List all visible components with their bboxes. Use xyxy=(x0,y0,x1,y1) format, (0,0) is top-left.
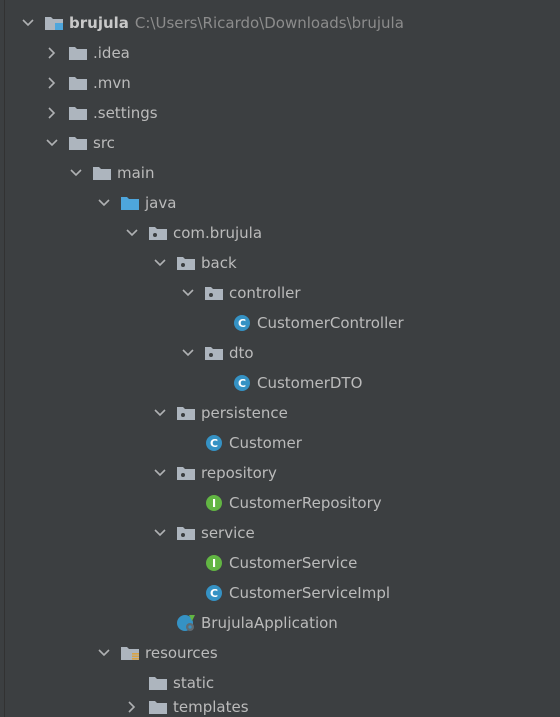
tree-row-customer-service-impl[interactable]: C CustomerServiceImpl xyxy=(5,578,560,608)
chevron-down-icon[interactable] xyxy=(151,464,169,482)
package-icon xyxy=(175,464,197,482)
module-folder-icon xyxy=(43,14,65,32)
tree-label-resources: resources xyxy=(145,644,218,662)
tree-label-service: service xyxy=(201,524,255,542)
chevron-right-icon[interactable] xyxy=(43,74,61,92)
tree-row-repository[interactable]: repository xyxy=(5,458,560,488)
tree-label-customer-dto: CustomerDTO xyxy=(257,374,363,392)
java-class-icon: C xyxy=(231,314,253,332)
tree-label-templates: templates xyxy=(173,698,249,716)
tree-label-mvn: .mvn xyxy=(93,74,131,92)
tree-label-repository: repository xyxy=(201,464,277,482)
tree-label-customer-service-impl: CustomerServiceImpl xyxy=(229,584,391,602)
tree-label-src: src xyxy=(93,134,115,152)
tree-label-dto: dto xyxy=(229,344,254,362)
tree-label-back: back xyxy=(201,254,237,272)
folder-icon xyxy=(67,74,89,92)
package-icon xyxy=(175,404,197,422)
tree-row-back[interactable]: back xyxy=(5,248,560,278)
package-icon xyxy=(147,224,169,242)
tree-row-service[interactable]: service xyxy=(5,518,560,548)
tree-label-static: static xyxy=(173,674,215,692)
tree-label-idea: .idea xyxy=(93,44,130,62)
tree-label-main: main xyxy=(117,164,155,182)
tree-label-customer-controller: CustomerController xyxy=(257,314,404,332)
tree-row-settings[interactable]: .settings xyxy=(5,98,560,128)
tree-row-controller[interactable]: controller xyxy=(5,278,560,308)
class-badge-letter: C xyxy=(210,587,218,600)
chevron-down-icon[interactable] xyxy=(19,14,37,32)
resources-folder-icon xyxy=(119,644,141,662)
tree-label-customer-service: CustomerService xyxy=(229,554,358,572)
tree-row-persistence[interactable]: persistence xyxy=(5,398,560,428)
class-badge-letter: C xyxy=(210,437,218,450)
tree-label-customer-repository: CustomerRepository xyxy=(229,494,382,512)
source-folder-icon xyxy=(119,194,141,212)
java-class-icon: C xyxy=(203,584,225,602)
chevron-down-icon[interactable] xyxy=(43,134,61,152)
tree-row-main[interactable]: main xyxy=(5,158,560,188)
tree-row-mvn[interactable]: .mvn xyxy=(5,68,560,98)
class-badge-letter: C xyxy=(238,317,246,330)
tree-row-dto[interactable]: dto xyxy=(5,338,560,368)
folder-icon xyxy=(147,698,169,716)
tree-row-customer[interactable]: C Customer xyxy=(5,428,560,458)
tree-row-customer-service[interactable]: I CustomerService xyxy=(5,548,560,578)
class-badge-letter: C xyxy=(238,377,246,390)
tree-row-customer-repository[interactable]: I CustomerRepository xyxy=(5,488,560,518)
chevron-right-icon[interactable] xyxy=(43,44,61,62)
tree-row-brujula[interactable]: brujula C:\Users\Ricardo\Downloads\bruju… xyxy=(5,8,560,38)
chevron-down-icon[interactable] xyxy=(151,524,169,542)
chevron-right-icon[interactable] xyxy=(123,698,141,716)
tree-label-brujula: brujula xyxy=(69,14,129,32)
tree-label-java: java xyxy=(145,194,177,212)
chevron-down-icon[interactable] xyxy=(67,164,85,182)
chevron-down-icon[interactable] xyxy=(151,254,169,272)
package-icon xyxy=(175,524,197,542)
tree-row-src[interactable]: src xyxy=(5,128,560,158)
project-tree: brujula C:\Users\Ricardo\Downloads\bruju… xyxy=(4,0,557,717)
interface-badge-letter: I xyxy=(212,557,216,570)
folder-icon xyxy=(91,164,113,182)
tree-row-customer-dto[interactable]: C CustomerDTO xyxy=(5,368,560,398)
tree-row-templates[interactable]: templates xyxy=(5,692,560,717)
interface-badge-letter: I xyxy=(212,497,216,510)
chevron-down-icon[interactable] xyxy=(123,224,141,242)
tree-label-settings: .settings xyxy=(93,104,158,122)
chevron-down-icon[interactable] xyxy=(95,644,113,662)
tree-label-persistence: persistence xyxy=(201,404,288,422)
tree-label-com-brujula: com.brujula xyxy=(173,224,263,242)
chevron-down-icon[interactable] xyxy=(179,284,197,302)
tree-row-com-brujula[interactable]: com.brujula xyxy=(5,218,560,248)
tree-label-customer: Customer xyxy=(229,434,302,452)
folder-icon xyxy=(147,674,169,692)
tree-row-java[interactable]: java xyxy=(5,188,560,218)
chevron-right-icon[interactable] xyxy=(43,104,61,122)
chevron-down-icon[interactable] xyxy=(179,344,197,362)
folder-icon xyxy=(67,134,89,152)
package-icon xyxy=(203,284,225,302)
spring-boot-application-icon xyxy=(175,614,197,632)
package-icon xyxy=(175,254,197,272)
package-icon xyxy=(203,344,225,362)
tree-row-idea[interactable]: .idea xyxy=(5,38,560,68)
tree-row-customer-controller[interactable]: C CustomerController xyxy=(5,308,560,338)
chevron-down-icon[interactable] xyxy=(151,404,169,422)
java-class-icon: C xyxy=(203,434,225,452)
tree-label-controller: controller xyxy=(229,284,301,302)
folder-icon xyxy=(67,44,89,62)
tree-row-resources[interactable]: resources xyxy=(5,638,560,668)
tree-row-brujula-application[interactable]: BrujulaApplication xyxy=(5,608,560,638)
project-path: C:\Users\Ricardo\Downloads\brujula xyxy=(134,14,404,32)
project-tool-window: brujula C:\Users\Ricardo\Downloads\bruju… xyxy=(0,0,560,717)
chevron-down-icon[interactable] xyxy=(95,194,113,212)
java-interface-icon: I xyxy=(203,554,225,572)
folder-icon xyxy=(67,104,89,122)
tree-label-brujula-application: BrujulaApplication xyxy=(201,614,338,632)
java-interface-icon: I xyxy=(203,494,225,512)
java-class-icon: C xyxy=(231,374,253,392)
